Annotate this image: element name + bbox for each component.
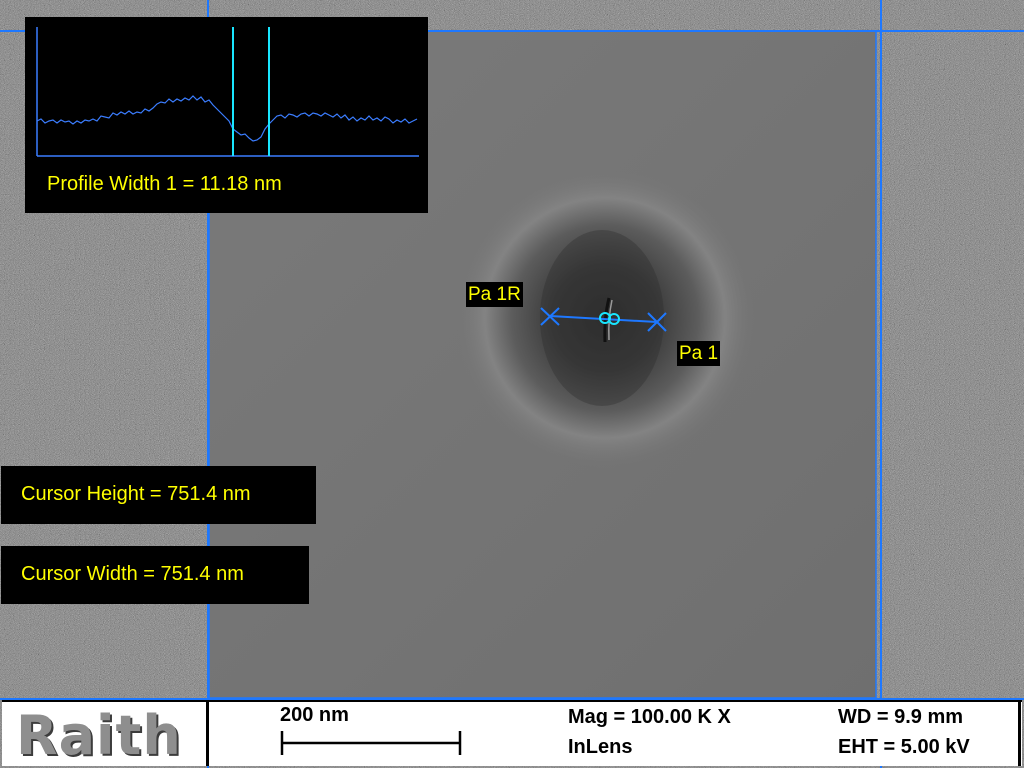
working-distance-text: WD = 9.9 mm [838, 706, 964, 728]
cursor-height-label: Cursor Height = 751.4 nm [21, 483, 251, 505]
profile-width-label: Profile Width 1 = 11.18 nm [47, 173, 282, 195]
profile-panel: Profile Width 1 = 11.18 nm [25, 17, 428, 213]
cursor-height-readout: Cursor Height = 751.4 nm [1, 466, 316, 524]
scale-bar-label: 200 nm [280, 704, 349, 726]
marker-label-end: Pa 1 [677, 341, 721, 366]
marker-label-start: Pa 1R [466, 282, 523, 307]
profile-trace [36, 95, 418, 142]
raith-logo: Raith [16, 704, 182, 767]
info-bar: Raith 200 nm Mag = 100.00 K X InLens WD … [2, 700, 1022, 767]
magnification-text: Mag = 100.00 K X [568, 706, 731, 728]
info-separator [1018, 702, 1021, 766]
cursor-width-label: Cursor Width = 751.4 nm [21, 563, 244, 585]
cursor-width-readout: Cursor Width = 751.4 nm [1, 546, 309, 604]
info-separator [206, 702, 209, 766]
scale-bar [280, 731, 462, 755]
eht-text: EHT = 5.00 kV [838, 736, 970, 758]
detector-text: InLens [568, 736, 633, 758]
